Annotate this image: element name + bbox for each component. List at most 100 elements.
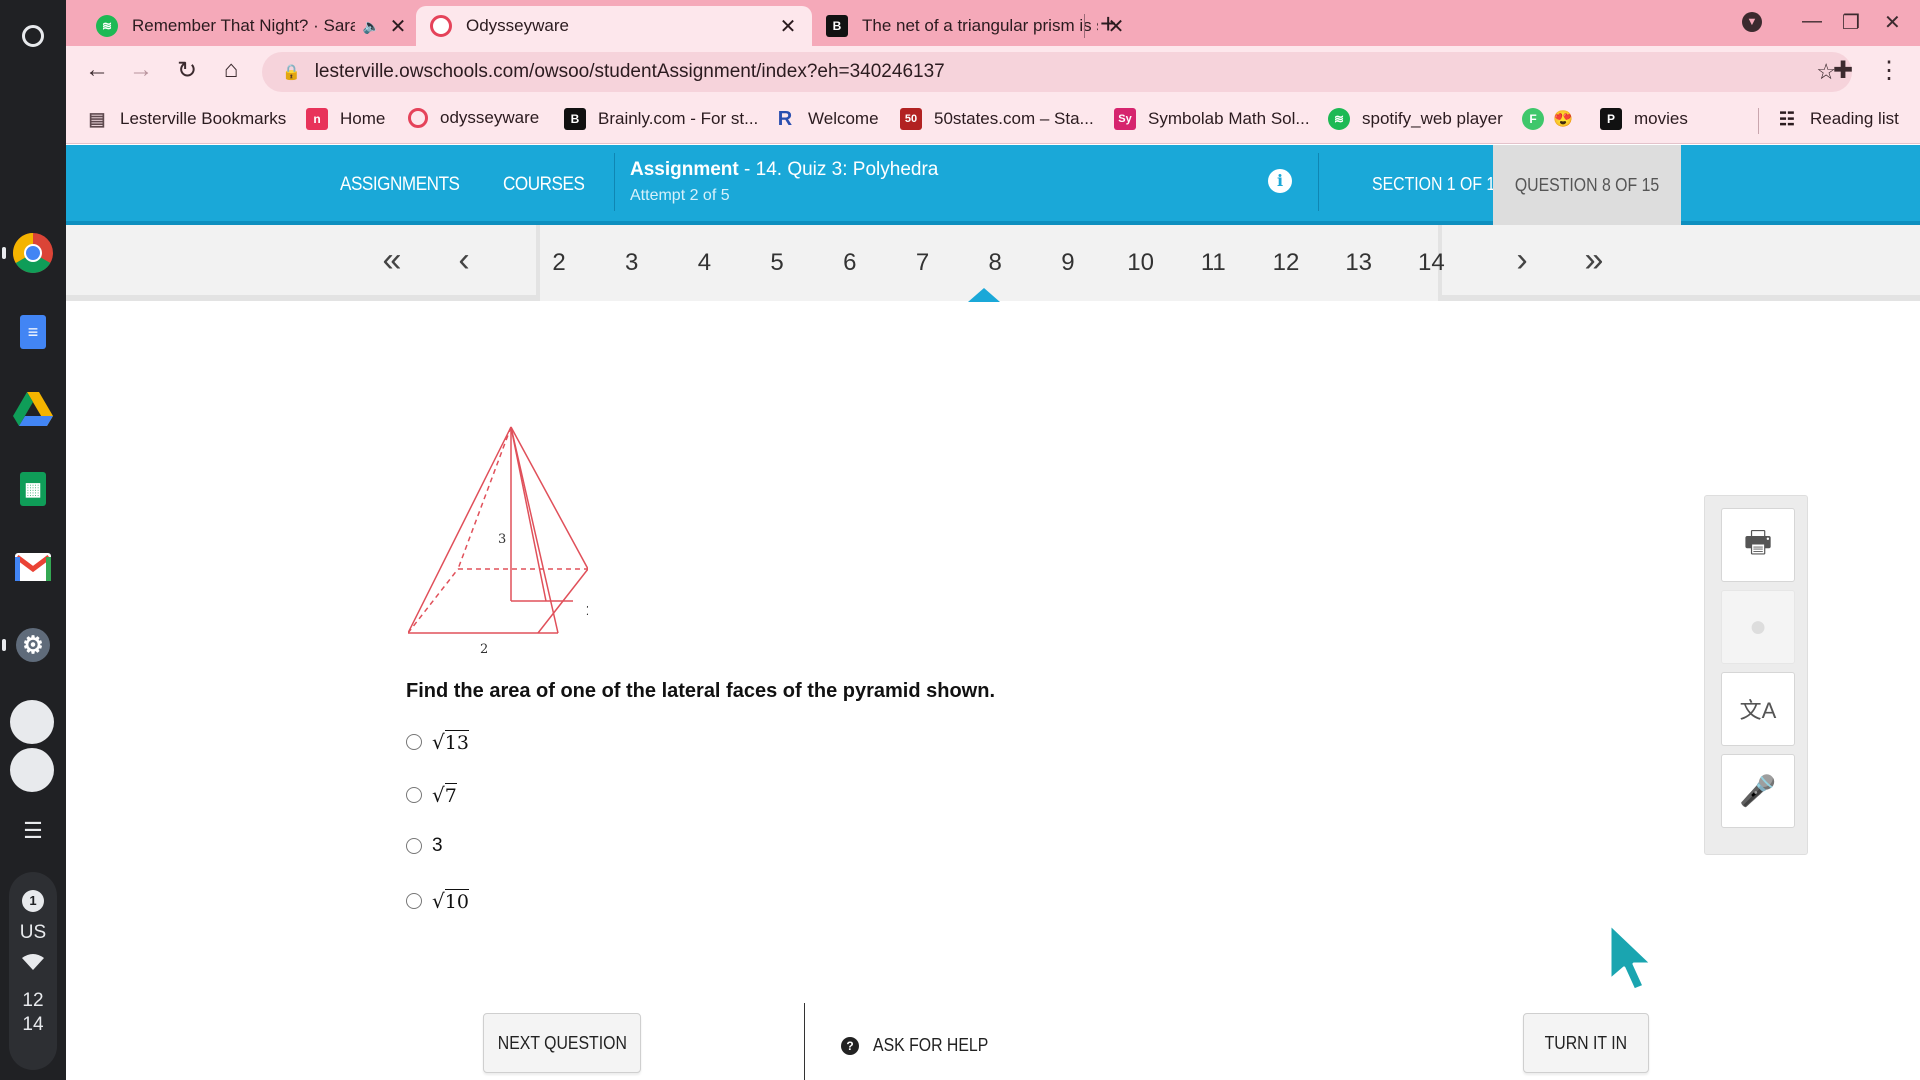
menu-icon[interactable]: ⋮ [1874,56,1904,85]
tab-spotify[interactable]: ≋ Remember That Night? · Sara 🔈 ✕ [82,6,422,46]
answer-option-2[interactable]: √7 [406,783,457,807]
shelf-app-docs[interactable]: ≡ [10,309,56,355]
shelf-app-chrome[interactable] [10,230,56,276]
status-tray[interactable]: 1 US 12 14 [9,872,57,1070]
tab-brainly[interactable]: B The net of a triangular prism is sh ✕ [812,6,1140,46]
assignment-name: - 14. Quiz 3: Polyhedra [738,159,939,180]
shelf-app-settings[interactable]: ⚙ [10,622,56,668]
question-number-14[interactable]: 14 [1406,249,1456,277]
bookmark-spotify[interactable]: ≋ spotify_web player [1328,108,1503,130]
question-number-3[interactable]: 3 [607,249,657,277]
spotify-icon: ≋ [96,15,118,37]
question-number-7[interactable]: 7 [898,249,948,277]
shelf-app-playlist[interactable]: ☰ [10,808,56,854]
turn-it-in-label: TURN IT IN [1544,1032,1628,1053]
speaker-icon[interactable]: 🔈 [363,18,380,35]
lock-icon[interactable]: 🔒 [282,63,301,81]
browser-window: ≋ Remember That Night? · Sara 🔈 ✕ Odysse… [66,0,1920,1080]
help-icon: ? [841,1036,859,1055]
question-number-5[interactable]: 5 [752,249,802,277]
minimize-icon[interactable]: — [1802,10,1822,33]
restore-icon[interactable]: ❐ [1842,10,1860,35]
answer-option-3[interactable]: 3 [406,835,443,857]
forward-icon[interactable]: → [126,56,156,84]
radio-button[interactable] [406,787,422,803]
radio-button[interactable] [406,838,422,854]
question-number-11[interactable]: 11 [1188,249,1238,277]
bookmark-welcome[interactable]: R Welcome [774,108,879,130]
translate-web-button[interactable]: ● [1721,590,1795,664]
speech-button[interactable]: 🎤 [1721,754,1795,828]
reading-list-icon: ☷ [1778,108,1796,129]
clock-minute: 14 [22,1014,44,1035]
answer-option-1[interactable]: √13 [406,730,469,754]
shelf-app-window-1[interactable] [10,700,54,744]
bookmark-lesterville[interactable]: ▤ Lesterville Bookmarks [86,108,286,130]
previous-question-icon[interactable]: ‹ [444,241,484,280]
question-number-8[interactable]: 8 [970,249,1020,277]
accessibility-toolbar: 🖶 ● 文A 🎤 [1704,495,1808,855]
question-number-4[interactable]: 4 [679,249,729,277]
turn-it-in-button[interactable]: TURN IT IN [1523,1013,1649,1073]
nav-divider [614,153,615,211]
url-text: lesterville.owschools.com/owsoo/studentA… [314,61,945,82]
bookmark-feedly[interactable]: F [1522,108,1548,130]
reload-icon[interactable]: ↻ [172,56,202,85]
courses-link[interactable]: COURSES [503,174,585,196]
tab-odysseyware[interactable]: Odysseyware ✕ [416,6,812,46]
browser-toolbar: ← → ↻ ⌂ 🔒 lesterville.owschools.com/owso… [66,46,1920,98]
first-question-icon[interactable]: « [372,241,412,280]
info-icon[interactable]: i [1268,169,1292,193]
bookmark-label: movies [1634,109,1688,128]
height-label: 3 [498,532,506,547]
bookmark-label: Welcome [808,109,879,128]
shelf-app-window-2[interactable] [10,748,54,792]
shelf-app-sheets[interactable]: ▦ [10,466,56,512]
extensions-icon[interactable]: ✚ [1828,56,1858,85]
assignments-link[interactable]: ASSIGNMENTS [340,174,460,196]
translate-button[interactable]: 文A [1721,672,1795,746]
last-question-icon[interactable]: » [1574,241,1614,280]
drive-icon [13,392,53,426]
bookmark-label: Brainly.com - For st... [598,109,759,128]
answer-option-4[interactable]: √10 [406,889,469,913]
back-icon[interactable]: ← [82,56,112,84]
shelf-app-gmail[interactable] [10,544,56,590]
launcher-button[interactable] [11,14,55,58]
assignment-header: Assignment - 14. Quiz 3: Polyhedra Attem… [630,159,938,205]
bookmark-symbolab[interactable]: Sy Symbolab Math Sol... [1114,108,1310,130]
radio-button[interactable] [406,734,422,750]
home-site-icon: n [306,108,328,130]
question-number-13[interactable]: 13 [1334,249,1384,277]
shelf-app-drive[interactable] [10,387,56,433]
playlist-icon: ☰ [23,818,43,843]
nav-divider [1318,153,1319,211]
close-window-icon[interactable]: ✕ [1884,10,1901,35]
bookmark-odysseyware[interactable]: odysseyware [408,108,539,128]
next-question-icon[interactable]: › [1502,241,1542,280]
question-number-10[interactable]: 10 [1116,249,1166,277]
question-number-12[interactable]: 12 [1261,249,1311,277]
close-icon[interactable]: ✕ [388,14,408,39]
home-icon[interactable]: ⌂ [216,56,246,84]
print-button[interactable]: 🖶 [1721,508,1795,582]
question-number-2[interactable]: 2 [534,249,584,277]
odysseyware-icon [430,15,452,37]
bookmark-emoji[interactable]: 😍 [1552,108,1578,130]
bookmark-movies[interactable]: P movies [1600,108,1688,130]
reading-list-button[interactable]: ☷ Reading list [1776,108,1899,130]
next-question-button[interactable]: NEXT QUESTION [483,1013,641,1073]
bookmark-home[interactable]: n Home [306,108,385,130]
radio-button[interactable] [406,893,422,909]
question-number-9[interactable]: 9 [1043,249,1093,277]
bookmark-50states[interactable]: 50 50states.com – Sta... [900,108,1094,130]
tab-search-icon[interactable]: ▼ [1742,12,1762,32]
close-icon[interactable]: ✕ [778,14,798,39]
bookmark-brainly[interactable]: B Brainly.com - For st... [564,108,758,130]
question-indicator-text: QUESTION 8 OF 15 [1514,175,1660,195]
launcher-icon [22,25,44,47]
address-bar[interactable]: 🔒 lesterville.owschools.com/owsoo/studen… [262,52,1852,92]
ask-for-help-button[interactable]: ? ASK FOR HELP [841,1035,1004,1056]
new-tab-button[interactable]: + [1100,8,1116,40]
question-number-6[interactable]: 6 [825,249,875,277]
